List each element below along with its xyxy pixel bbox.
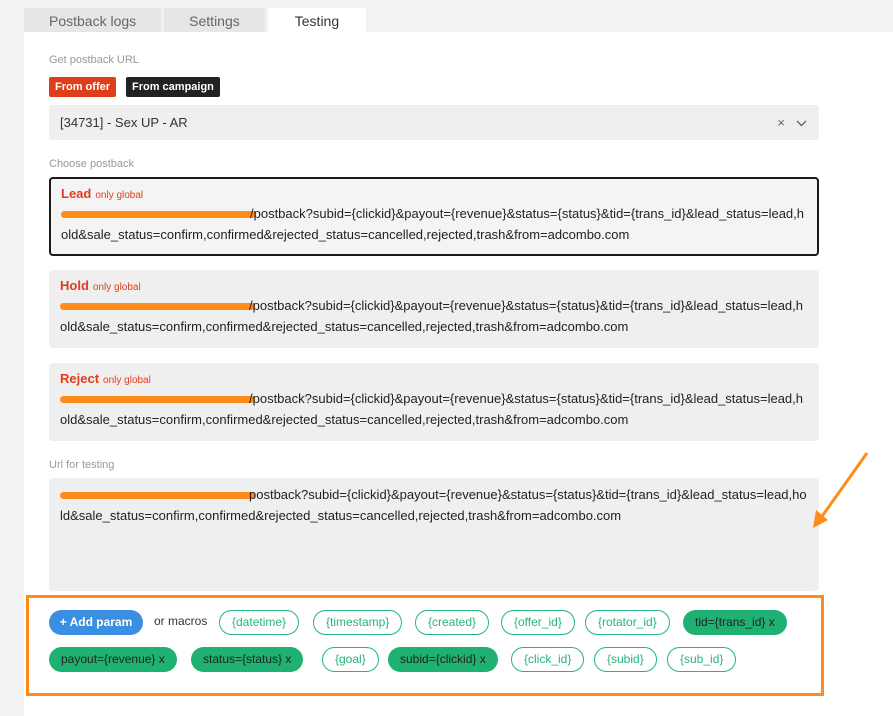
annotation-arrow-icon bbox=[813, 452, 869, 528]
add-param-button[interactable]: + Add param bbox=[49, 610, 143, 635]
postback-card-hold[interactable]: Hold only global /postback?subid={clickid… bbox=[49, 270, 819, 348]
test-url-field[interactable]: postback?subid={clickid}&payout={revenue… bbox=[49, 478, 819, 591]
postback-name: Lead bbox=[61, 186, 92, 201]
macro-chip[interactable]: {created} bbox=[415, 610, 490, 635]
param-chip[interactable]: subid={clickid} x bbox=[388, 647, 498, 672]
tab-bar: Postback logs Settings Testing bbox=[24, 8, 367, 32]
tab-testing[interactable]: Testing bbox=[267, 8, 367, 32]
postback-card-lead[interactable]: Lead only global /postback?subid={clickid… bbox=[49, 177, 819, 256]
tab-settings[interactable]: Settings bbox=[164, 8, 265, 32]
offer-select[interactable]: [34731] - Sex UP - AR × bbox=[49, 105, 819, 140]
postback-note: only global bbox=[92, 282, 141, 293]
tab-postback-logs[interactable]: Postback logs bbox=[24, 8, 162, 32]
or-macros-label: or macros bbox=[154, 614, 208, 628]
param-chip[interactable]: status={status} x bbox=[191, 647, 304, 672]
param-chip[interactable]: payout={revenue} x bbox=[49, 647, 177, 672]
param-chip[interactable]: tid={trans_id} x bbox=[683, 610, 787, 635]
get-postback-url-label: Get postback URL bbox=[49, 54, 139, 66]
macro-chip[interactable]: {offer_id} bbox=[501, 610, 575, 635]
postback-note: only global bbox=[95, 190, 144, 201]
postback-name: Reject bbox=[60, 371, 100, 386]
clear-icon[interactable]: × bbox=[777, 105, 785, 140]
from-offer-button[interactable]: From offer bbox=[49, 77, 116, 97]
macro-chip[interactable]: {goal} bbox=[322, 647, 379, 672]
choose-postback-label: Choose postback bbox=[49, 158, 134, 170]
macro-chip[interactable]: {sub_id} bbox=[667, 647, 737, 672]
macro-chip[interactable]: {subid} bbox=[594, 647, 657, 672]
from-campaign-button[interactable]: From campaign bbox=[126, 77, 220, 97]
redacted-mark bbox=[60, 303, 255, 311]
macro-chip[interactable]: {timestamp} bbox=[313, 610, 403, 635]
url-for-testing-label: Url for testing bbox=[49, 459, 115, 471]
offer-select-value: [34731] - Sex UP - AR bbox=[60, 115, 188, 130]
macro-chip[interactable]: {rotator_id} bbox=[585, 610, 670, 635]
chevron-down-icon[interactable] bbox=[796, 105, 807, 140]
redacted-mark bbox=[61, 211, 256, 219]
page: Postback logs Settings Testing Get postb… bbox=[0, 0, 893, 716]
redacted-mark bbox=[60, 396, 255, 404]
redacted-mark bbox=[60, 492, 255, 500]
postback-note: only global bbox=[103, 375, 151, 386]
macro-chip[interactable]: {datetime} bbox=[219, 610, 300, 635]
postback-card-reject[interactable]: Reject only global /postback?subid={click… bbox=[49, 363, 819, 441]
macro-chip[interactable]: {click_id} bbox=[511, 647, 585, 672]
postback-name: Hold bbox=[60, 278, 89, 293]
